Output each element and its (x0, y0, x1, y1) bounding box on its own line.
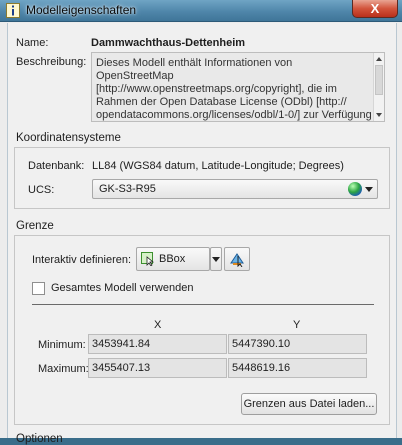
name-label: Name: (16, 37, 49, 49)
cursor-box-icon (141, 252, 155, 266)
coords-group: Datenbank: LL84 (WGS84 datum, Latitude-L… (14, 147, 390, 209)
minimum-y-field[interactable]: 5447390.10 (228, 334, 367, 354)
bbox-button[interactable]: BBox (136, 247, 210, 271)
scroll-thumb[interactable] (375, 65, 383, 95)
options-section-title: Optionen (16, 433, 63, 445)
map-select-icon (230, 253, 244, 267)
y-column-header: Y (293, 319, 301, 331)
bounds-section-title: Grenze (16, 220, 54, 232)
scroll-up-icon[interactable] (376, 57, 382, 61)
window-title: Modelleigenschaften (26, 3, 137, 17)
ucs-select[interactable]: GK-S3-R95 (92, 179, 378, 199)
load-bounds-button[interactable]: Grenzen aus Datei laden... (241, 393, 377, 415)
title-bar[interactable]: Modelleigenschaften X (0, 0, 402, 22)
interactive-label: Interaktiv definieren: (32, 254, 132, 266)
bbox-dropdown[interactable] (210, 247, 222, 271)
maximum-y-field[interactable]: 5448619.16 (228, 358, 367, 378)
scroll-down-icon[interactable] (376, 113, 382, 117)
description-text: Dieses Modell enthält Informationen von … (96, 57, 372, 121)
close-button[interactable]: X (352, 0, 398, 18)
bbox-label: BBox (159, 253, 186, 265)
ucs-label: UCS: (28, 184, 55, 196)
description-scrollbar[interactable] (373, 53, 384, 121)
description-label: Beschreibung: (16, 56, 87, 68)
minimum-label: Minimum: (38, 339, 86, 351)
chevron-down-icon (212, 257, 220, 262)
bounds-divider (32, 304, 374, 305)
datum-value: LL84 (WGS84 datum, Latitude-Longitude; D… (92, 160, 344, 172)
maximum-x-field[interactable]: 3455407.13 (88, 358, 227, 378)
select-in-view-button[interactable] (224, 247, 250, 271)
x-column-header: X (154, 319, 162, 331)
description-textarea[interactable]: Dieses Modell enthält Informationen von … (91, 52, 385, 122)
maximum-label: Maximum: (38, 363, 89, 375)
whole-model-label: Gesamtes Modell verwenden (51, 282, 194, 294)
coords-section-title: Koordinatensysteme (16, 132, 121, 144)
model-name: Dammwachthaus-Dettenheim (91, 37, 246, 49)
info-icon (6, 3, 20, 18)
globe-icon (348, 182, 362, 196)
datum-label: Datenbank: (28, 160, 85, 172)
dialog-body: Name: Dammwachthaus-Dettenheim Beschreib… (7, 23, 397, 445)
bounds-group: Interaktiv definieren: BBox Gesamtes Mod… (14, 235, 390, 425)
properties-window: Modelleigenschaften X Name: Dammwachthau… (0, 0, 402, 445)
minimum-x-field[interactable]: 3453941.84 (88, 334, 227, 354)
whole-model-checkbox[interactable] (32, 282, 45, 295)
chevron-down-icon (365, 187, 373, 192)
ucs-value: GK-S3-R95 (99, 183, 156, 195)
